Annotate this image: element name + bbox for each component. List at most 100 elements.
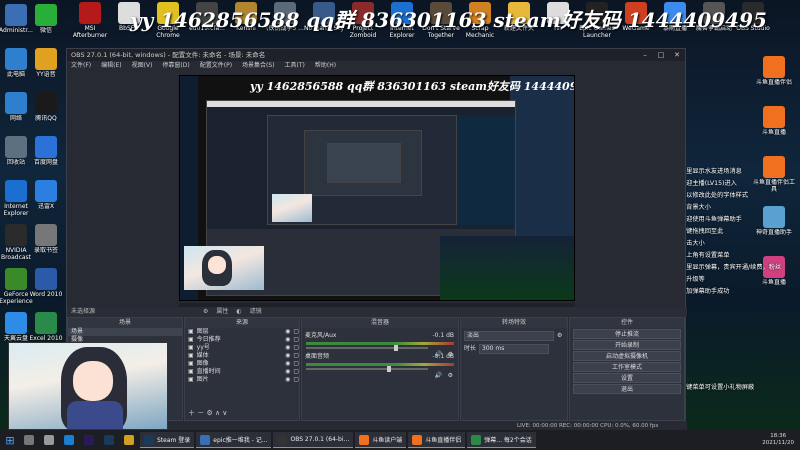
source-label: 直播时间 <box>196 368 221 375</box>
menu-item[interactable]: 帮助(H) <box>315 61 336 71</box>
taskbar-item[interactable] <box>60 432 78 448</box>
visibility-eye-icon[interactable]: ◉ <box>285 344 290 352</box>
taskbar-item[interactable]: OBS 27.0.1 (64-bi... <box>273 432 354 448</box>
transition-add-icon[interactable]: ⚙ <box>557 332 562 340</box>
preview-canvas[interactable]: yy 1462856588 qq群 836301163 steam好友码 144… <box>179 75 575 301</box>
desktop-shortcut[interactable]: Word 2010 <box>24 268 68 298</box>
menu-item[interactable]: 文件(F) <box>71 61 91 71</box>
bookmark-icon <box>35 224 57 246</box>
gear-icon[interactable]: ⚙ <box>203 307 208 317</box>
properties-button[interactable]: 属性 <box>216 307 228 317</box>
danmaku-overlay: 这里显示水友进场消息 欢迎主播(LV15)进入 可以修改此处的字体样式 和背景大小 欢迎… <box>680 166 790 298</box>
taskbar-item[interactable] <box>40 432 58 448</box>
nested-chat-area <box>457 115 515 225</box>
control-button[interactable]: 设置 <box>573 373 681 383</box>
source-item[interactable]: ▣ 图层 ◉ ▢ <box>185 328 299 336</box>
desktop-shortcut[interactable]: Excel 2010 <box>24 312 68 342</box>
control-button[interactable]: 启动虚拟摄像机 <box>573 351 681 361</box>
desktop-shortcut[interactable]: 迅雷X <box>24 180 68 210</box>
menu-item[interactable]: 场景集合(S) <box>242 61 275 71</box>
taskbar-item[interactable]: epic推一堆我 - 记... <box>196 432 272 448</box>
taskbar-item[interactable]: 斗鱼直播伴侣 <box>408 432 466 448</box>
volume-slider[interactable] <box>306 345 428 351</box>
scene-item[interactable]: 场景 <box>68 328 182 336</box>
source-item[interactable]: ▣ 今日推荐 ◉ ▢ <box>185 336 299 344</box>
taskbar-item-label: epic推一堆我 - 记... <box>213 437 268 444</box>
desktop-shortcut[interactable]: YY语音 <box>24 48 68 78</box>
chrome-icon <box>124 435 134 445</box>
visibility-eye-icon[interactable]: ◉ <box>285 352 290 360</box>
gear-icon[interactable]: ⚙ <box>448 372 453 379</box>
desktop-shortcut[interactable]: 录取书签 <box>24 224 68 254</box>
source-item[interactable]: ▣ 直播时间 ◉ ▢ <box>185 368 299 376</box>
desktop-shortcut[interactable]: 百度网盘 <box>24 136 68 166</box>
volume-slider-knob[interactable] <box>393 345 398 351</box>
visibility-eye-icon[interactable]: ◉ <box>285 336 290 344</box>
minimize-icon[interactable]: – <box>637 49 653 61</box>
taskbar-item[interactable] <box>100 432 118 448</box>
speaker-icon[interactable]: 🔊 <box>435 351 442 358</box>
desktop-shortcut[interactable]: 斗鱼直播伴侣 <box>752 56 796 86</box>
menu-item[interactable]: 配置文件(P) <box>200 61 232 71</box>
close-icon[interactable]: ✕ <box>669 49 685 61</box>
volume-slider[interactable] <box>306 366 428 372</box>
nested-obs-preview-3 <box>304 130 422 196</box>
desktop-shortcut[interactable]: 斗鱼直播 <box>752 106 796 136</box>
source-controls[interactable]: ＋ － ⚙ ∧ ∨ <box>188 408 227 418</box>
danmaku-line: 双击大小 <box>680 240 705 247</box>
lock-icon[interactable]: ▢ <box>293 352 299 360</box>
preview-landscape <box>440 236 574 300</box>
source-item[interactable]: ▣ 图片 ◉ ▢ <box>185 376 299 384</box>
mixer-channel: 麦克风/Aux -0.1 dB 🔊 ⚙ <box>302 332 458 358</box>
lock-icon[interactable]: ▢ <box>293 336 299 344</box>
source-type-icon: ▣ <box>188 328 194 335</box>
menu-item[interactable]: 视图(V) <box>132 61 153 71</box>
source-item[interactable]: ▣ 媒体 ◉ ▢ <box>185 352 299 360</box>
danmaku-line: 添加弹幕助手成功 <box>680 288 730 295</box>
filters-button[interactable]: 滤镜 <box>250 307 262 317</box>
gear-icon[interactable]: ⚙ <box>448 351 453 358</box>
sources-dock-title: 来源 <box>185 318 299 328</box>
source-item[interactable]: ▣ 图像 ◉ ▢ <box>185 360 299 368</box>
lock-icon[interactable]: ▢ <box>293 344 299 352</box>
filter-icon[interactable]: ◐ <box>236 307 241 317</box>
lock-icon[interactable]: ▢ <box>293 360 299 368</box>
control-button[interactable]: 工作室模式 <box>573 362 681 372</box>
duration-input[interactable]: 300 ms <box>479 344 550 354</box>
steam-icon <box>104 435 114 445</box>
control-button[interactable]: 停止推流 <box>573 329 681 339</box>
taskbar-item[interactable] <box>80 432 98 448</box>
transition-select[interactable]: 淡出 <box>464 331 554 341</box>
visibility-eye-icon[interactable]: ◉ <box>285 360 290 368</box>
source-label: 图像 <box>196 360 209 367</box>
volume-slider-knob[interactable] <box>386 366 391 372</box>
desktop-shortcut-label: YY语音 <box>36 71 56 78</box>
desktop-shortcut[interactable]: 微信 <box>24 4 68 34</box>
system-clock[interactable]: 18:36 2021/11/20 <box>762 433 800 447</box>
obs-title-bar[interactable]: OBS 27.0.1 (64-bit, windows) - 配置文件: 未命名… <box>67 49 685 61</box>
desktop-shortcut[interactable]: MSI Afterburner <box>68 2 112 39</box>
lock-icon[interactable]: ▢ <box>293 376 299 384</box>
visibility-eye-icon[interactable]: ◉ <box>285 376 290 384</box>
stream-banner-text: yy 1462856588 qq群 836301163 steam好友码 144… <box>130 8 767 32</box>
taskbar-item[interactable] <box>120 432 138 448</box>
visibility-eye-icon[interactable]: ◉ <box>285 328 290 336</box>
lock-icon[interactable]: ▢ <box>293 368 299 376</box>
taskbar-item[interactable] <box>20 432 38 448</box>
maximize-icon[interactable]: □ <box>653 49 669 61</box>
control-button[interactable]: 开始录制 <box>573 340 681 350</box>
menu-item[interactable]: 停靠窗(D) <box>162 61 189 71</box>
taskbar-item[interactable]: 弹幕... 每2个会话 <box>467 432 536 448</box>
speaker-icon[interactable]: 🔊 <box>435 372 442 379</box>
control-button[interactable]: 退出 <box>573 384 681 394</box>
source-type-icon: ▣ <box>188 336 194 343</box>
menu-item[interactable]: 工具(T) <box>285 61 305 71</box>
lock-icon[interactable]: ▢ <box>293 328 299 336</box>
windows-start-icon[interactable]: ⊞ <box>0 434 20 447</box>
visibility-eye-icon[interactable]: ◉ <box>285 368 290 376</box>
source-item[interactable]: ▣ yy号 ◉ ▢ <box>185 344 299 352</box>
desktop-shortcut[interactable]: 腾讯QQ <box>24 92 68 122</box>
taskbar-item[interactable]: Steam 登录 <box>140 432 195 448</box>
taskbar-item[interactable]: 斗鱼读户端 <box>355 432 407 448</box>
menu-item[interactable]: 编辑(E) <box>101 61 121 71</box>
